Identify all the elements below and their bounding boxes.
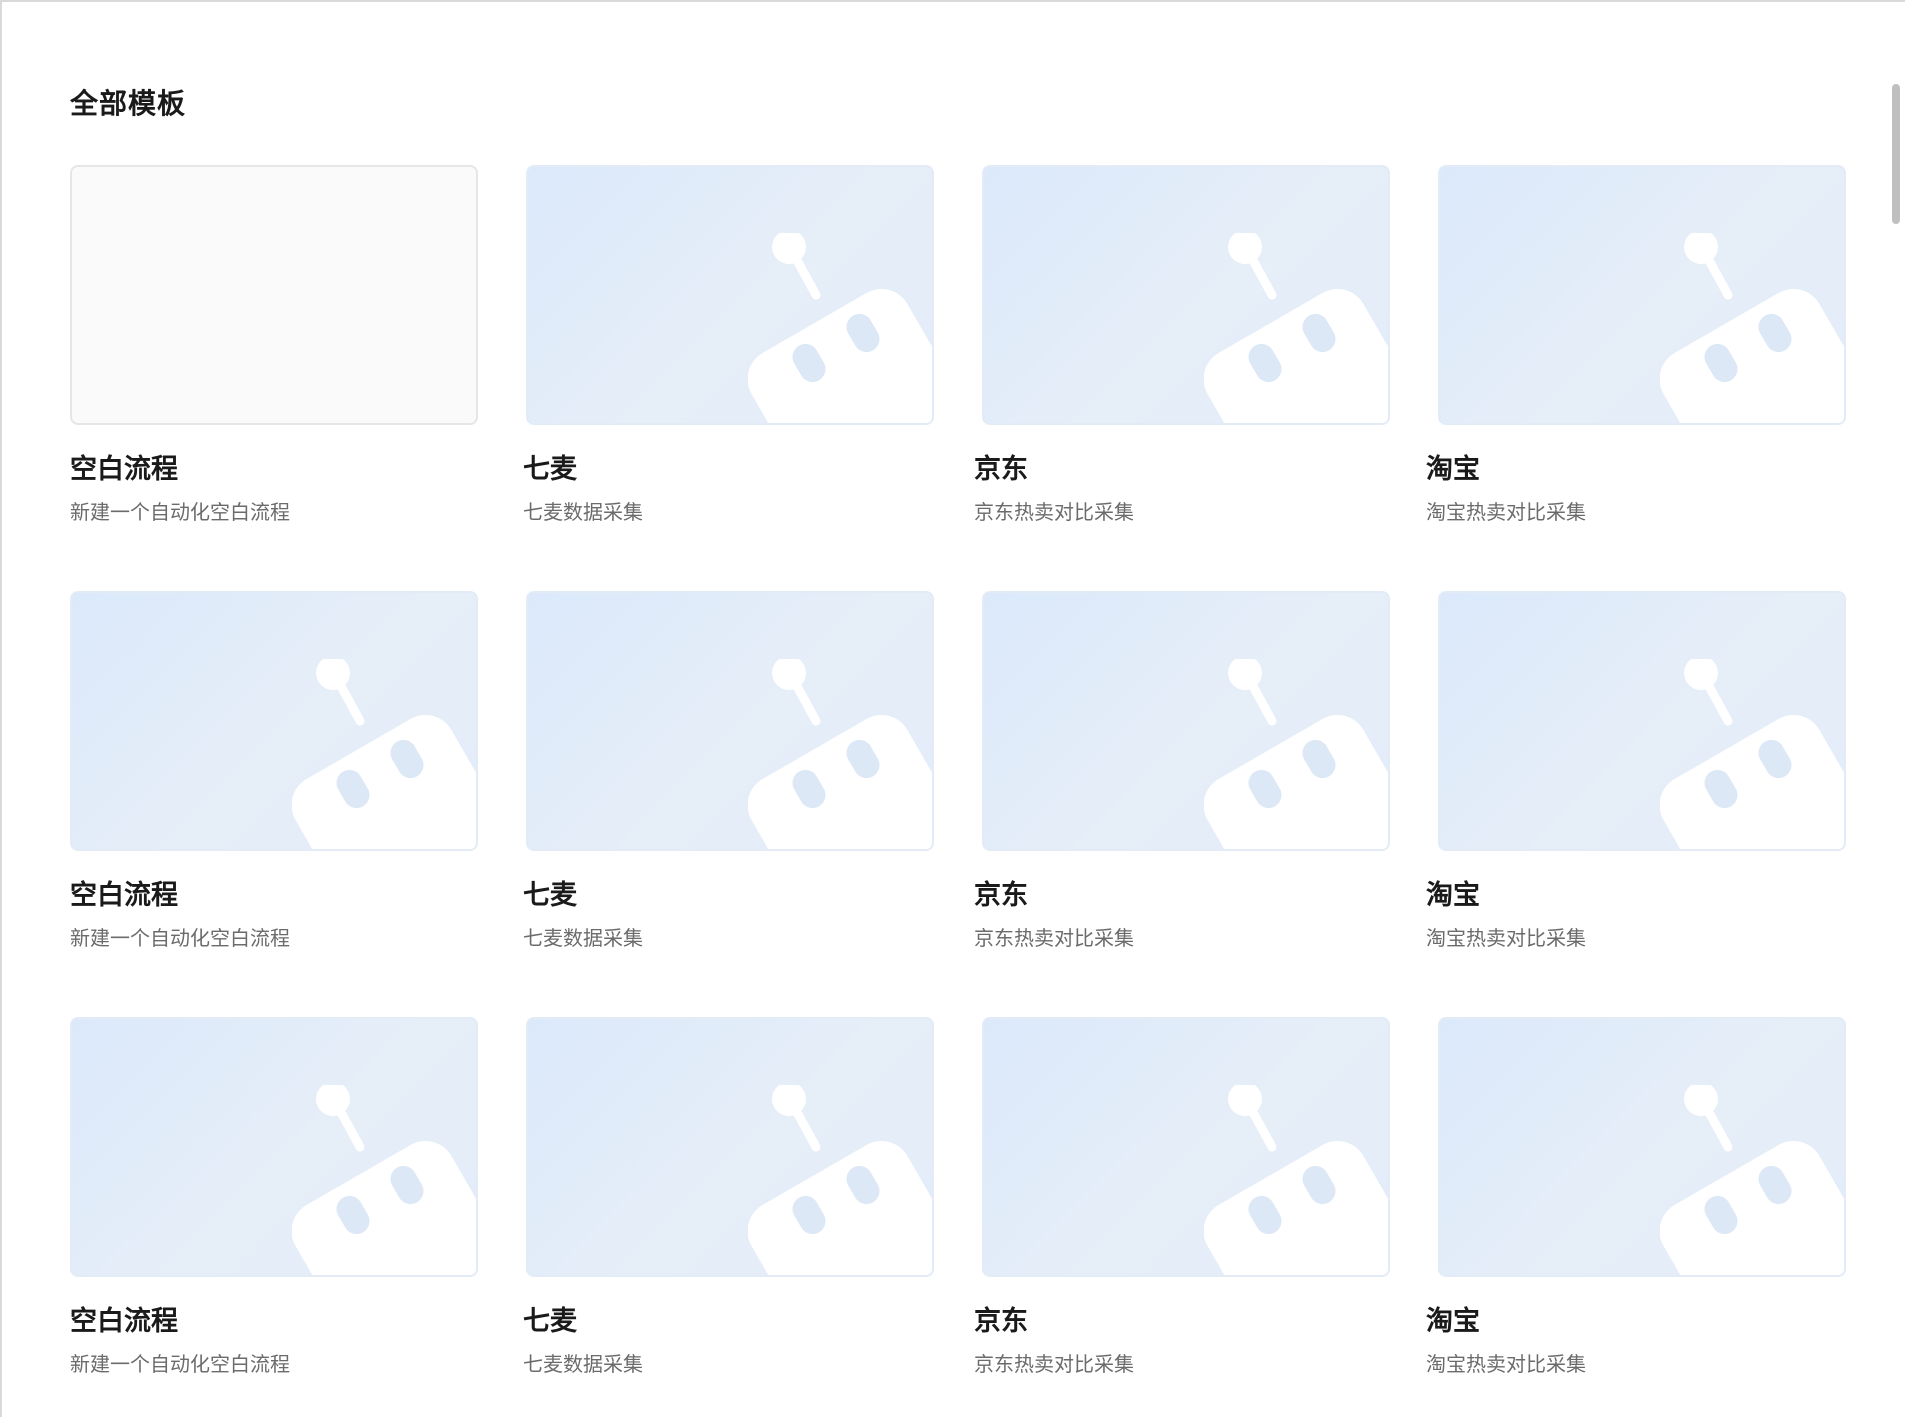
template-thumbnail[interactable]: [526, 1017, 934, 1277]
robot-icon: [292, 659, 476, 849]
template-description: 淘宝热卖对比采集: [1426, 926, 1586, 950]
template-card[interactable]: 七麦 七麦数据采集: [523, 165, 934, 541]
template-title: 淘宝: [1426, 880, 1480, 911]
template-thumbnail[interactable]: [982, 165, 1390, 425]
template-gallery-window: 全部模板 空白流程 新建一个自动化空白流程 七麦 七麦数据采集 京东 京东热卖对…: [0, 0, 1905, 1417]
template-description: 新建一个自动化空白流程: [70, 500, 290, 524]
template-title: 空白流程: [70, 880, 178, 911]
template-description: 京东热卖对比采集: [974, 1352, 1134, 1376]
template-thumbnail[interactable]: [526, 165, 934, 425]
template-thumbnail[interactable]: [982, 591, 1390, 851]
template-card[interactable]: 京东 京东热卖对比采集: [974, 165, 1390, 541]
template-title: 淘宝: [1426, 1306, 1480, 1337]
template-card[interactable]: 淘宝 淘宝热卖对比采集: [1426, 591, 1846, 967]
template-card[interactable]: 淘宝 淘宝热卖对比采集: [1426, 165, 1846, 541]
robot-icon: [1660, 233, 1844, 423]
template-card[interactable]: 七麦 七麦数据采集: [523, 1017, 934, 1393]
robot-icon: [1660, 659, 1844, 849]
template-card[interactable]: 空白流程 新建一个自动化空白流程: [70, 1017, 478, 1393]
template-thumbnail[interactable]: [70, 165, 478, 425]
template-thumbnail[interactable]: [526, 591, 934, 851]
template-title: 京东: [974, 880, 1028, 911]
template-card[interactable]: 空白流程 新建一个自动化空白流程: [70, 165, 478, 541]
template-description: 京东热卖对比采集: [974, 500, 1134, 524]
template-description: 七麦数据采集: [523, 500, 643, 524]
template-card[interactable]: 京东 京东热卖对比采集: [974, 1017, 1390, 1393]
robot-icon: [1204, 233, 1388, 423]
robot-icon: [748, 233, 932, 423]
template-grid: 空白流程 新建一个自动化空白流程 七麦 七麦数据采集 京东 京东热卖对比采集 淘…: [70, 165, 1848, 1393]
template-card[interactable]: 京东 京东热卖对比采集: [974, 591, 1390, 967]
template-title: 京东: [974, 1306, 1028, 1337]
robot-icon: [748, 659, 932, 849]
template-title: 空白流程: [70, 454, 178, 485]
template-thumbnail[interactable]: [70, 591, 478, 851]
section-title: 全部模板: [70, 87, 187, 120]
robot-icon: [1204, 659, 1388, 849]
vertical-scrollbar[interactable]: [1892, 84, 1900, 224]
template-description: 七麦数据采集: [523, 1352, 643, 1376]
template-description: 新建一个自动化空白流程: [70, 1352, 290, 1376]
template-title: 空白流程: [70, 1306, 178, 1337]
template-title: 七麦: [523, 454, 577, 485]
template-title: 淘宝: [1426, 454, 1480, 485]
template-description: 新建一个自动化空白流程: [70, 926, 290, 950]
template-title: 七麦: [523, 1306, 577, 1337]
robot-icon: [1660, 1085, 1844, 1275]
robot-icon: [748, 1085, 932, 1275]
template-title: 京东: [974, 454, 1028, 485]
template-thumbnail[interactable]: [1438, 165, 1846, 425]
template-card[interactable]: 淘宝 淘宝热卖对比采集: [1426, 1017, 1846, 1393]
template-card[interactable]: 空白流程 新建一个自动化空白流程: [70, 591, 478, 967]
template-description: 淘宝热卖对比采集: [1426, 500, 1586, 524]
template-description: 七麦数据采集: [523, 926, 643, 950]
template-thumbnail[interactable]: [1438, 591, 1846, 851]
template-thumbnail[interactable]: [1438, 1017, 1846, 1277]
robot-icon: [1204, 1085, 1388, 1275]
template-description: 京东热卖对比采集: [974, 926, 1134, 950]
robot-icon: [292, 1085, 476, 1275]
template-thumbnail[interactable]: [982, 1017, 1390, 1277]
template-description: 淘宝热卖对比采集: [1426, 1352, 1586, 1376]
template-thumbnail[interactable]: [70, 1017, 478, 1277]
template-title: 七麦: [523, 880, 577, 911]
template-card[interactable]: 七麦 七麦数据采集: [523, 591, 934, 967]
